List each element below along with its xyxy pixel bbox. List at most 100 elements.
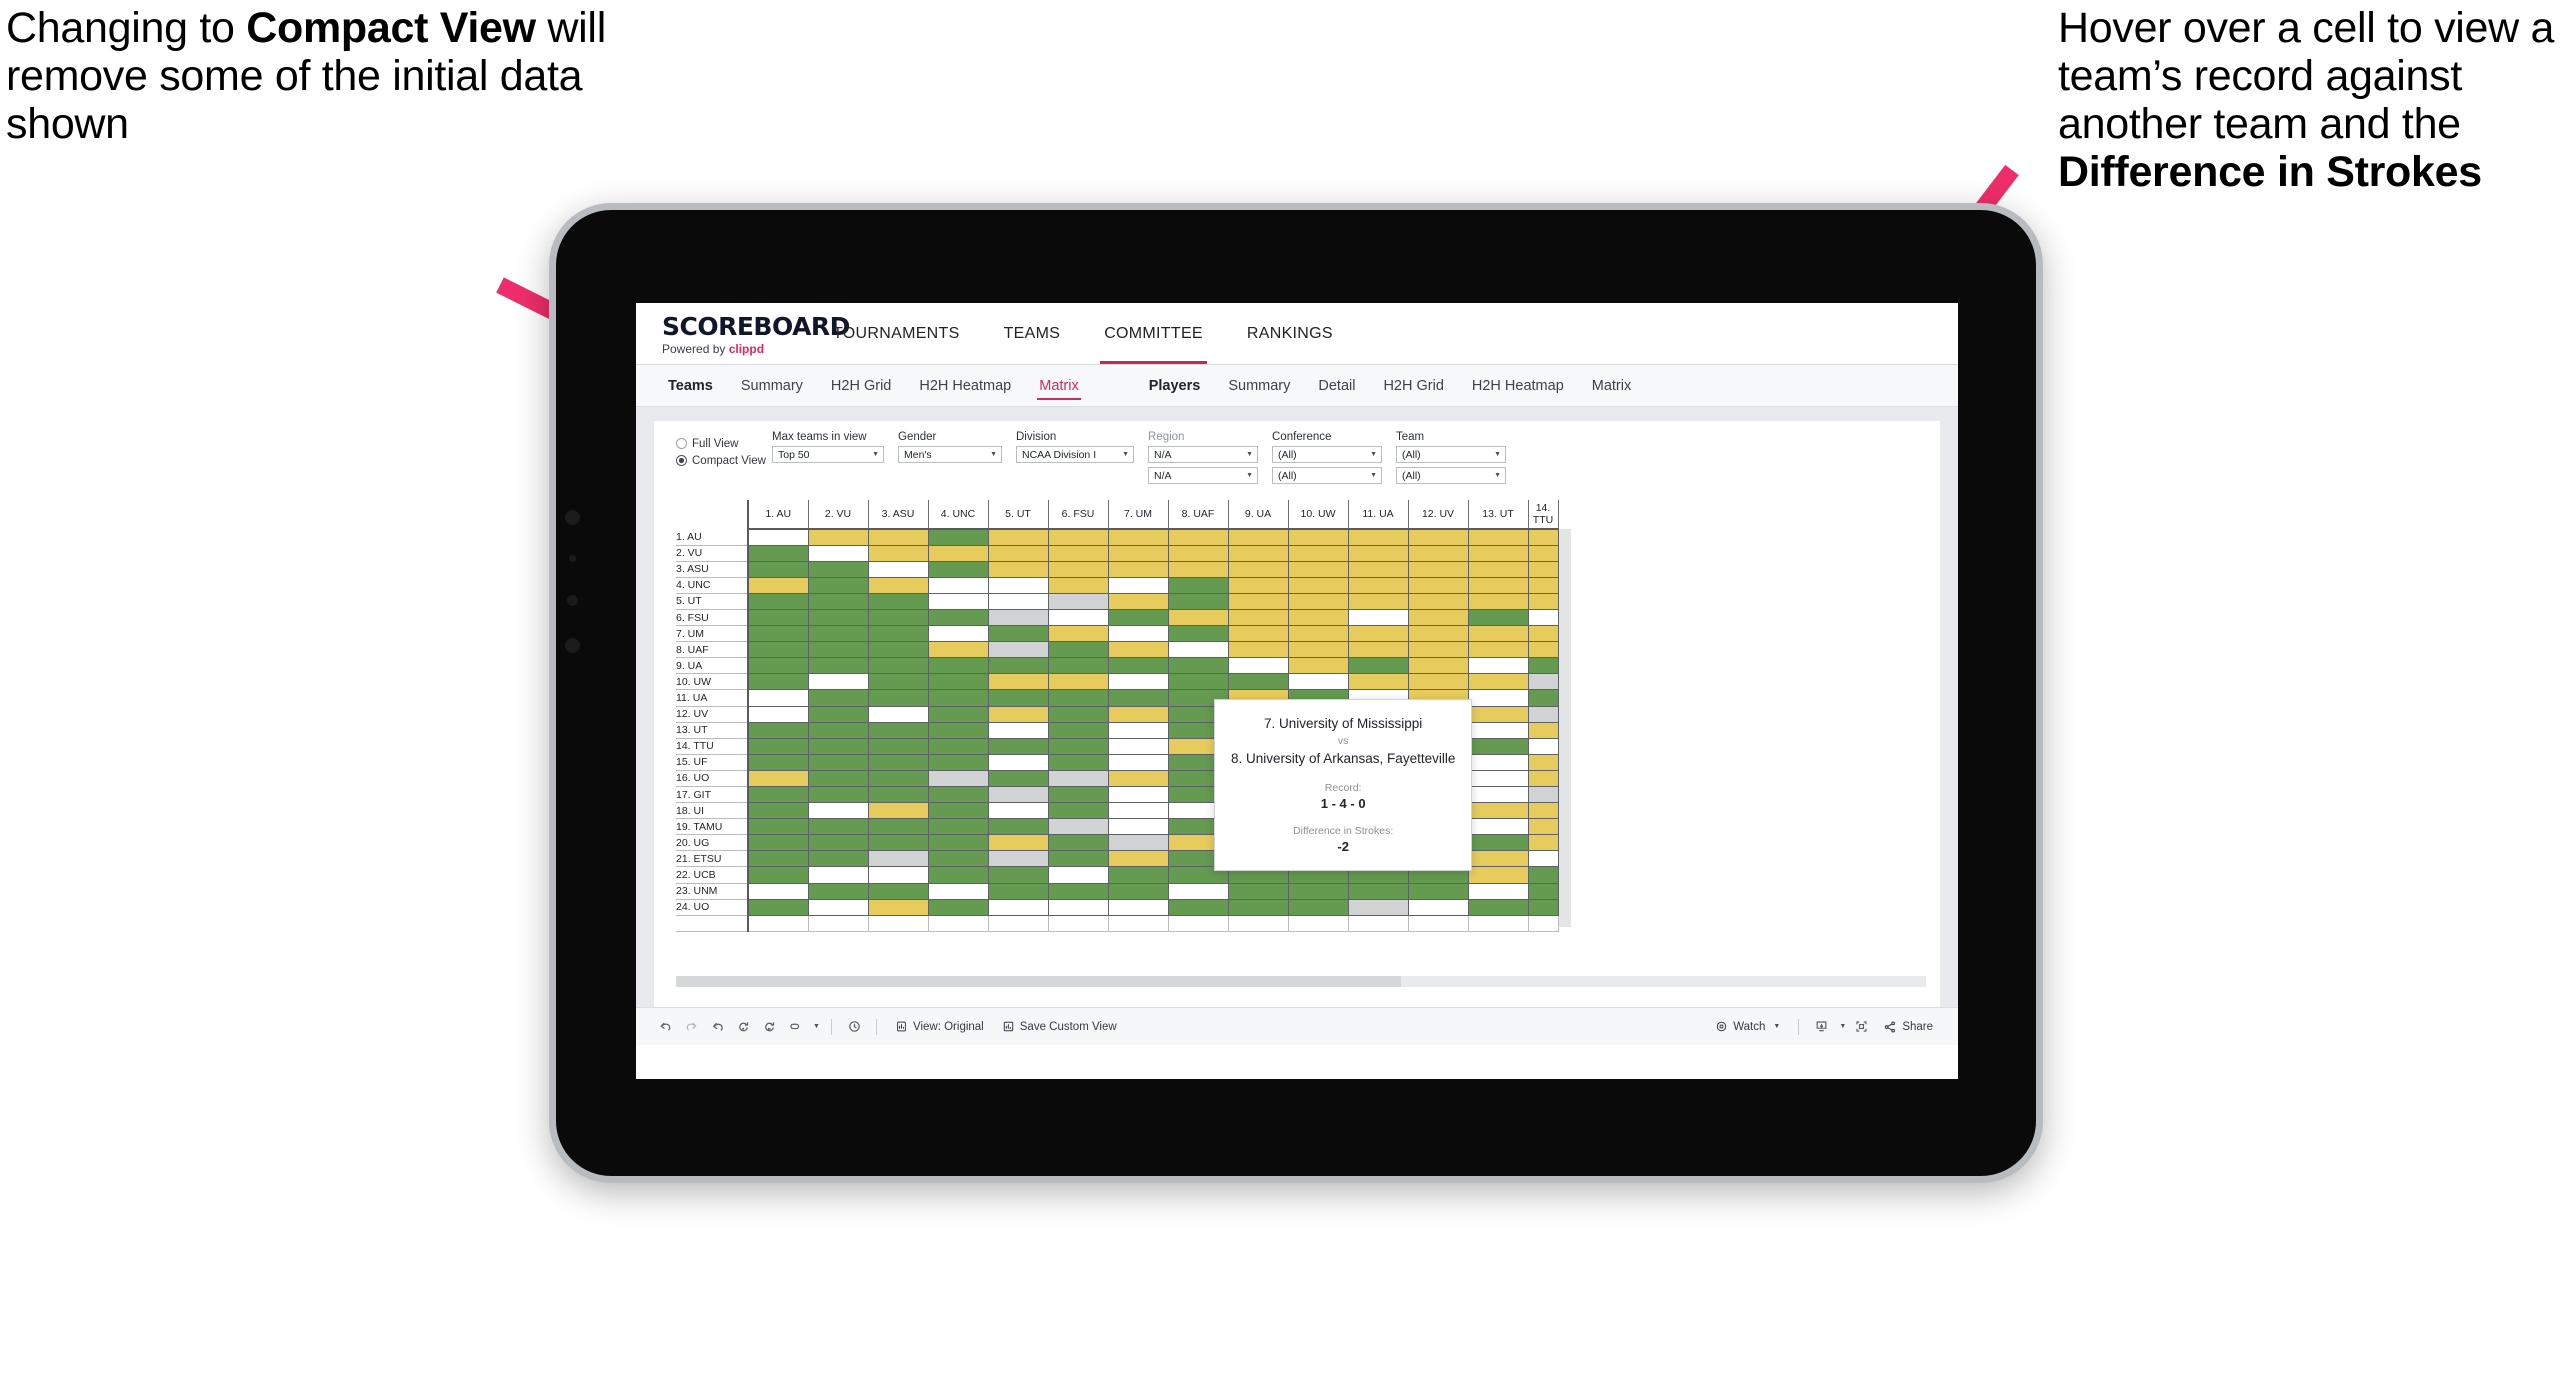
dropdown-team-1[interactable]: (All) ▼ (1396, 446, 1506, 463)
matrix-row-header[interactable]: 22. UCB (676, 866, 749, 884)
matrix-cell[interactable] (988, 545, 1049, 562)
matrix-cell[interactable] (928, 770, 989, 788)
matrix-cell[interactable] (1048, 866, 1109, 884)
matrix-cell[interactable] (988, 657, 1049, 675)
matrix-cell[interactable] (1408, 577, 1469, 594)
matrix-cell[interactable] (1108, 545, 1169, 562)
matrix-cell[interactable] (1528, 883, 1559, 900)
matrix-cell[interactable] (1468, 577, 1529, 594)
brand-logo[interactable]: SCOREBOARD Powered by clippd (636, 303, 850, 364)
matrix-horizontal-scrollbar[interactable] (676, 976, 1926, 987)
matrix-cell[interactable] (928, 529, 989, 546)
matrix-cell[interactable] (808, 850, 869, 868)
matrix-cell[interactable] (1168, 593, 1229, 610)
matrix-cell[interactable] (1048, 657, 1109, 675)
matrix-cell[interactable] (1288, 641, 1349, 659)
matrix-cell[interactable] (1528, 689, 1559, 707)
matrix-cell[interactable] (1108, 883, 1169, 900)
matrix-cell[interactable] (748, 561, 809, 578)
matrix-cell[interactable] (1048, 529, 1109, 546)
matrix-cell[interactable] (1108, 834, 1169, 852)
matrix-cell[interactable] (1048, 802, 1109, 820)
matrix-cell[interactable] (988, 689, 1049, 707)
matrix-cell[interactable] (1348, 529, 1409, 546)
matrix-cell[interactable] (1228, 899, 1289, 916)
matrix-cell[interactable] (1528, 641, 1559, 659)
matrix-cell[interactable] (1288, 593, 1349, 610)
matrix-cell[interactable] (1408, 673, 1469, 691)
matrix-cell[interactable] (988, 738, 1049, 755)
matrix-cell[interactable] (1108, 657, 1169, 675)
scrollbar-thumb[interactable] (676, 976, 1401, 987)
matrix-cell[interactable] (748, 706, 809, 723)
matrix-cell[interactable] (808, 899, 869, 916)
matrix-row-header[interactable]: 20. UG (676, 834, 749, 852)
save-custom-view-button[interactable]: Save Custom View (993, 1008, 1126, 1046)
matrix-cell[interactable] (988, 883, 1049, 900)
matrix-cell[interactable] (1348, 899, 1409, 916)
matrix-cell[interactable] (868, 754, 929, 771)
matrix-cell[interactable] (1108, 673, 1169, 691)
matrix-cell[interactable] (1468, 738, 1529, 755)
matrix-cell[interactable] (1048, 770, 1109, 788)
matrix-cell[interactable] (1168, 609, 1229, 627)
matrix-cell[interactable] (868, 657, 929, 675)
matrix-cell[interactable] (988, 818, 1049, 836)
matrix-cell[interactable] (868, 738, 929, 755)
matrix-cell[interactable] (1528, 866, 1559, 884)
matrix-cell[interactable] (988, 593, 1049, 610)
shape-icon[interactable] (782, 1008, 808, 1046)
matrix-cell[interactable] (928, 689, 989, 707)
matrix-cell[interactable] (748, 786, 809, 804)
matrix-row-header[interactable]: 18. UI (676, 802, 749, 820)
matrix-cell[interactable] (1528, 754, 1559, 771)
radio-icon-full-view[interactable] (676, 438, 687, 449)
matrix-cell[interactable] (868, 786, 929, 804)
matrix-cell[interactable] (1168, 561, 1229, 578)
matrix-cell[interactable] (928, 706, 989, 723)
matrix-cell[interactable] (1108, 802, 1169, 820)
matrix-cell[interactable] (868, 850, 929, 868)
matrix-cell[interactable] (1048, 754, 1109, 771)
matrix-cell[interactable] (808, 545, 869, 562)
matrix-cell[interactable] (928, 802, 989, 820)
matrix-cell[interactable] (808, 706, 869, 723)
matrix-cell[interactable] (1468, 850, 1529, 868)
dropdown-gender[interactable]: Men's ▼ (898, 446, 1002, 463)
matrix-cell[interactable] (748, 834, 809, 852)
matrix-cell[interactable] (988, 561, 1049, 578)
matrix-cell[interactable] (988, 850, 1049, 868)
matrix-cell[interactable] (1048, 850, 1109, 868)
matrix-cell[interactable] (868, 802, 929, 820)
matrix-row-header[interactable]: 2. VU (676, 545, 749, 562)
dropdown-region-2[interactable]: N/A ▼ (1148, 467, 1258, 484)
matrix-cell[interactable] (1528, 802, 1559, 820)
matrix-cell[interactable] (1348, 609, 1409, 627)
subnav-teams-h2h-heatmap[interactable]: H2H Heatmap (905, 365, 1025, 407)
alerts-icon[interactable] (841, 1008, 867, 1046)
matrix-cell[interactable] (1468, 689, 1529, 707)
matrix-cell[interactable] (1048, 609, 1109, 627)
matrix-col-header[interactable]: 1. AU (748, 500, 809, 530)
matrix-cell[interactable] (1228, 609, 1289, 627)
matrix-cell[interactable] (808, 561, 869, 578)
matrix-cell[interactable] (1468, 883, 1529, 900)
matrix-cell[interactable] (1468, 802, 1529, 820)
matrix-row-header[interactable]: 16. UO (676, 770, 749, 788)
matrix-cell[interactable] (1288, 673, 1349, 691)
subnav-players-matrix[interactable]: Matrix (1578, 365, 1645, 407)
matrix-cell[interactable] (1288, 625, 1349, 643)
matrix-cell[interactable] (1228, 657, 1289, 675)
subnav-teams-matrix[interactable]: Matrix (1025, 365, 1092, 407)
matrix-cell[interactable] (1048, 706, 1109, 723)
undo-icon[interactable] (652, 1008, 678, 1046)
refresh-icon[interactable] (730, 1008, 756, 1046)
matrix-cell[interactable] (1108, 529, 1169, 546)
matrix-cell[interactable] (988, 866, 1049, 884)
subnav-teams-h2h-grid[interactable]: H2H Grid (817, 365, 905, 407)
view-original-button[interactable]: View: Original (886, 1008, 993, 1046)
matrix-cell[interactable] (1048, 689, 1109, 707)
matrix-cell[interactable] (1288, 577, 1349, 594)
matrix-row-header[interactable]: 9. UA (676, 657, 749, 675)
matrix-cell[interactable] (748, 722, 809, 739)
